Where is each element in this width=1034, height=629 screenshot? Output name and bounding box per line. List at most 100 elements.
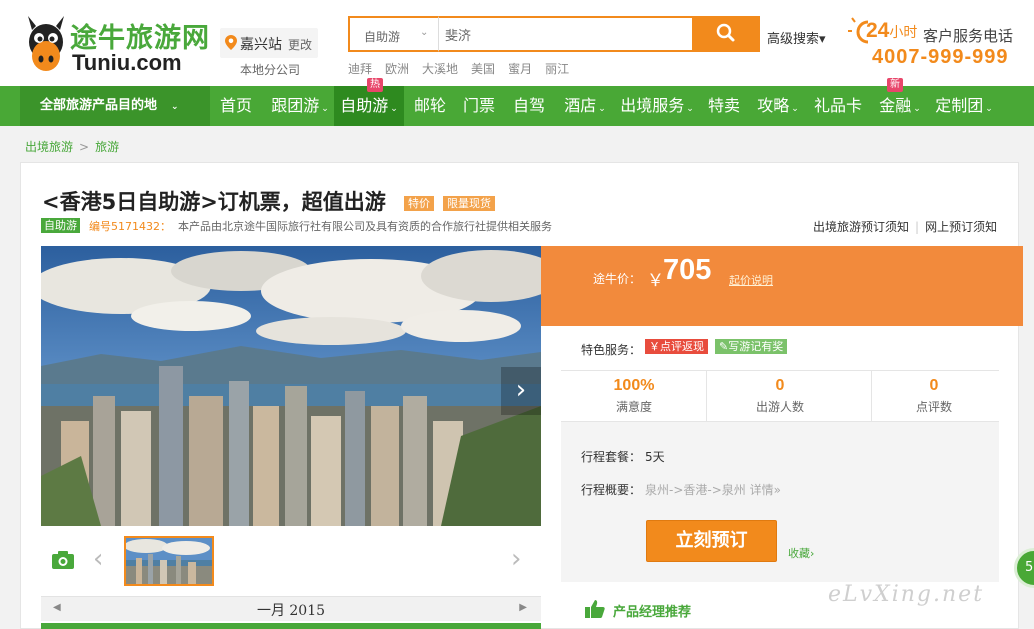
calendar-tab-bar [41, 623, 541, 629]
route-label: 行程概要： [581, 483, 642, 497]
nav-item-label: 酒店 [564, 96, 597, 115]
reviews-stat[interactable]: 0 点评数 [861, 371, 1007, 421]
stat-label: 点评数 [915, 400, 952, 414]
hot-search-words: 迪拜 欧洲 大溪地 美国 蜜月 丽江 [348, 60, 582, 77]
favorite-link[interactable]: 收藏› [788, 545, 814, 561]
nav-item-guides[interactable]: 攻略 ⌄ [754, 86, 802, 126]
city-name: 嘉兴站 [240, 37, 282, 53]
city-change-link[interactable]: 更改 [288, 36, 312, 53]
stat-value: 0 [775, 377, 785, 394]
nav-item-self-guided[interactable]: 热自助游 ⌄ [334, 78, 404, 126]
chevron-down-icon: ⌄ [985, 104, 993, 114]
search-type-select[interactable]: 自助游 ⌄ [348, 16, 439, 52]
stat-value: 100% [613, 377, 655, 394]
customer-service: 24小时 客户服务电话 4007-999-999 [848, 16, 1028, 72]
new-badge: 新 [887, 78, 903, 92]
thumbnail-image[interactable] [124, 536, 214, 586]
photo-next-button[interactable]: › [501, 367, 541, 415]
route-detail-link[interactable]: 详情» [750, 483, 781, 497]
satisfaction-stat: 100% 满意度 [561, 371, 707, 421]
thumbnail-strip: ‹ › [41, 526, 541, 596]
departure-calendar: ◀ 一月 2015 ▶ [41, 596, 541, 621]
nav-item-label: 跟团游 [271, 96, 320, 115]
stat-label: 出游人数 [755, 400, 804, 414]
all-destinations-label: 全部旅游产品目的地 [40, 98, 158, 113]
service-text: 客户服务电话 [923, 27, 1014, 45]
stat-label: 满意度 [615, 400, 652, 414]
search-bar: 自助游 ⌄ [348, 16, 760, 52]
chevron-down-icon: ⌄ [420, 27, 429, 38]
price-note-link[interactable]: 起价说明 [729, 272, 773, 288]
hot-word-link[interactable]: 欧洲 [385, 62, 409, 76]
search-input[interactable] [438, 16, 694, 52]
chevron-down-icon: ⌄ [791, 104, 799, 114]
search-button[interactable] [693, 16, 760, 52]
hot-badge: 热 [367, 78, 383, 92]
nav-item-gift-card[interactable]: 礼品卡 [812, 86, 864, 126]
nav-item-self-drive[interactable]: 自驾 [511, 86, 547, 126]
product-provider-desc: 本产品由北京途牛国际旅行社有限公司及具有资质的合作旅行社提供相关服务 [178, 220, 552, 233]
product-stats: 100% 满意度 0 出游人数 0 点评数 [561, 370, 999, 422]
divider: | [915, 220, 920, 234]
calendar-next-month[interactable]: ▶ [519, 602, 527, 613]
chevron-down-icon: ⌄ [686, 104, 694, 114]
local-branch-link[interactable]: 本地分公司 [240, 61, 300, 78]
travelers-stat: 0 出游人数 [707, 371, 853, 421]
location-pin-icon [225, 35, 237, 50]
nav-item-hotel[interactable]: 酒店 ⌄ [561, 86, 609, 126]
main-navigation: 全部旅游产品目的地 ⌄ 首页 跟团游 ⌄ 热自助游 ⌄ 邮轮 门票 自驾 酒店 ⌄ 出境… [0, 78, 1034, 126]
package-value: 5天 [645, 450, 665, 464]
recommend-title: 产品经理推荐 [613, 605, 692, 620]
outbound-notice-link[interactable]: 出境旅游预订须知 [813, 220, 909, 234]
currency-symbol: ￥ [647, 271, 664, 291]
chevron-down-icon: ⌄ [171, 102, 179, 112]
nav-item-sale[interactable]: 特卖 [706, 86, 742, 126]
city-selector[interactable]: 嘉兴站 更改 [220, 28, 318, 58]
nav-item-home[interactable]: 首页 [218, 86, 254, 126]
review-cashback-badge[interactable]: ￥点评返现 [645, 339, 708, 354]
self-guided-tag: 自助游 [41, 218, 80, 233]
nav-item-label: 金融 [879, 96, 912, 115]
hot-word-link[interactable]: 蜜月 [508, 62, 532, 76]
tuniu-logo[interactable]: 途牛旅游网 Tuniu.com [24, 12, 209, 76]
package-label: 行程套餐： [581, 450, 642, 464]
search-type-value: 自助游 [364, 30, 401, 44]
hot-word-link[interactable]: 迪拜 [348, 62, 372, 76]
thumbnail-prev-button[interactable]: ‹ [93, 544, 103, 574]
product-code: 编号5171432： [89, 220, 171, 233]
hot-word-link[interactable]: 丽江 [545, 62, 569, 76]
chevron-down-icon: ⌄ [390, 104, 398, 114]
nav-item-group-tour[interactable]: 跟团游 ⌄ [266, 86, 334, 126]
itinerary-info: 行程套餐： 5天 行程概要： 泉州->香港->泉州 详情» 立刻预订 收藏› [561, 422, 999, 582]
product-main-photo[interactable] [41, 246, 541, 526]
hot-word-link[interactable]: 美国 [471, 62, 495, 76]
limited-stock-tag: 限量现货 [443, 196, 495, 211]
service-hours-number: 24 [866, 19, 890, 42]
price-value: 705 [663, 254, 712, 286]
breadcrumb-link[interactable]: 出境旅游 [25, 140, 73, 154]
camera-icon[interactable] [51, 550, 75, 570]
nav-item-outbound[interactable]: 出境服务 ⌄ [617, 86, 697, 126]
service-hours-unit: 小时 [889, 24, 918, 40]
hot-word-link[interactable]: 大溪地 [422, 62, 458, 76]
breadcrumb-link[interactable]: 旅游 [95, 140, 119, 154]
route-value: 泉州->香港->泉州 [645, 483, 746, 497]
special-price-tag: 特价 [404, 196, 434, 211]
site-header: 途牛旅游网 Tuniu.com 嘉兴站 更改 本地分公司 自助游 ⌄ 高级搜索▾… [0, 0, 1034, 86]
cow-logo-icon [28, 16, 64, 71]
all-destinations-menu[interactable]: 全部旅游产品目的地 ⌄ [20, 86, 210, 126]
thumbnail-skyline-image [126, 538, 212, 584]
travelogue-reward-badge[interactable]: ✎写游记有奖 [715, 339, 788, 354]
calendar-month: 一月 2015 [256, 603, 326, 619]
nav-item-custom-tour[interactable]: 定制团 ⌄ [932, 86, 996, 126]
feature-services-label: 特色服务： [581, 343, 642, 357]
thumbnail-next-button[interactable]: › [511, 544, 521, 574]
chevron-down-icon: ⌄ [913, 104, 921, 114]
book-now-button[interactable]: 立刻预订 [646, 520, 777, 562]
advanced-search-link[interactable]: 高级搜索▾ [767, 28, 826, 47]
nav-item-finance[interactable]: 新金融 ⌄ [877, 78, 923, 126]
chevron-down-icon: ⌄ [321, 104, 329, 114]
nav-item-cruise[interactable]: 邮轮 [412, 86, 448, 126]
nav-item-tickets[interactable]: 门票 [461, 86, 497, 126]
online-notice-link[interactable]: 网上预订须知 [925, 220, 997, 234]
